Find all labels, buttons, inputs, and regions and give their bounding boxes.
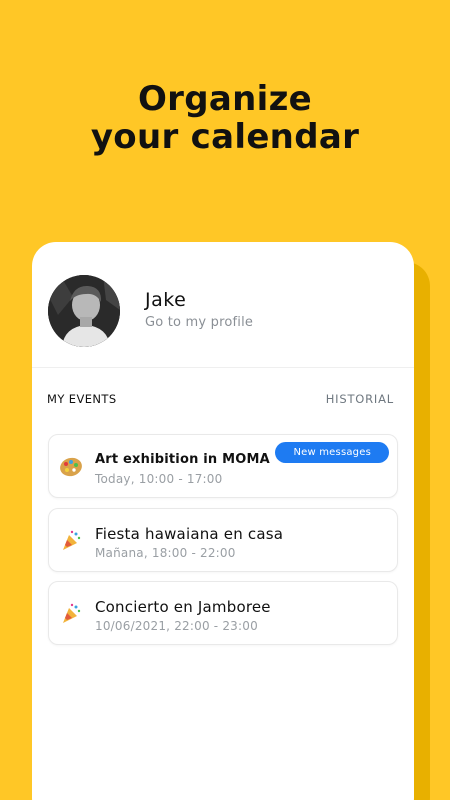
event-time: 10/06/2021, 22:00 - 23:00 [95, 619, 258, 633]
profile-name: Jake [145, 289, 187, 311]
my-events-label: MY EVENTS [47, 392, 117, 406]
party-icon [63, 530, 81, 550]
events-section-header: MY EVENTS HISTORIAL [32, 388, 414, 412]
new-messages-badge[interactable]: New messages [275, 442, 389, 463]
event-title: Concierto en Jamboree [95, 598, 271, 616]
profile-header[interactable]: Jake Go to my profile [32, 242, 414, 368]
party-icon [63, 603, 81, 623]
event-time: Today, 10:00 - 17:00 [95, 472, 223, 486]
go-to-profile-link[interactable]: Go to my profile [145, 315, 253, 330]
phone-card: Jake Go to my profile MY EVENTS HISTORIA… [32, 242, 414, 800]
avatar-photo [48, 275, 120, 347]
historial-link[interactable]: HISTORIAL [326, 392, 394, 406]
event-card[interactable]: Art exhibition in MOMA Today, 10:00 - 17… [48, 434, 398, 498]
avatar[interactable] [48, 275, 120, 347]
headline: Organize your calendar [0, 80, 450, 156]
palette-icon [60, 457, 82, 477]
event-title: Art exhibition in MOMA [95, 452, 270, 467]
event-card[interactable]: Concierto en Jamboree 10/06/2021, 22:00 … [48, 581, 398, 645]
headline-line-2: your calendar [90, 117, 360, 157]
headline-line-1: Organize [137, 79, 313, 119]
event-card[interactable]: Fiesta hawaiana en casa Mañana, 18:00 - … [48, 508, 398, 572]
event-time: Mañana, 18:00 - 22:00 [95, 546, 236, 560]
event-title: Fiesta hawaiana en casa [95, 525, 284, 543]
